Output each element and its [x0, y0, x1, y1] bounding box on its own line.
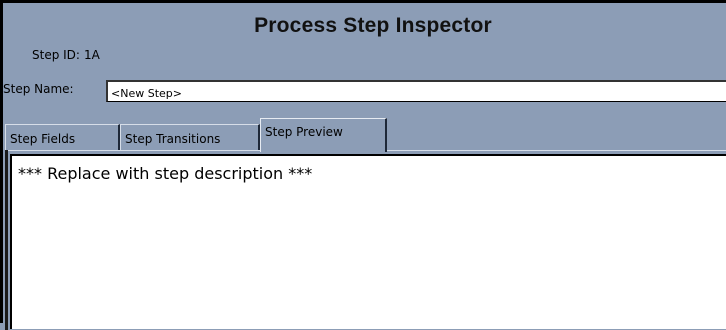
step-id-value: 1A [83, 48, 100, 62]
step-id: Step ID: 1A [32, 48, 100, 62]
tab-step-preview[interactable]: Step Preview [260, 118, 387, 152]
step-name-label: Step Name: [3, 82, 74, 96]
step-preview-area[interactable]: *** Replace with step description *** [10, 154, 726, 329]
step-description-text: *** Replace with step description *** [18, 164, 313, 183]
tab-step-transitions[interactable]: Step Transitions [120, 124, 260, 150]
tab-divider-left [5, 150, 260, 151]
step-name-input[interactable] [106, 80, 726, 102]
step-id-label: Step ID: [32, 48, 80, 62]
window-title: Process Step Inspector [254, 14, 492, 37]
tab-step-fields[interactable]: Step Fields [5, 124, 120, 150]
content-frame-edge [5, 150, 8, 330]
tab-divider [387, 150, 726, 151]
